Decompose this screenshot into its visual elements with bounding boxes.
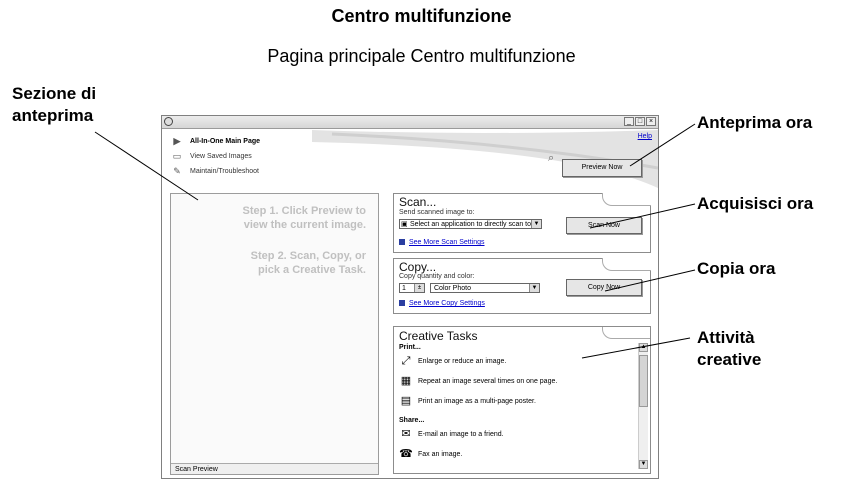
play-arrow-icon: ▶ <box>173 136 181 147</box>
scan-subtitle: Send scanned image to: <box>399 209 475 216</box>
chevron-down-icon: ▼ <box>531 220 541 228</box>
callout-preview-now: Anteprima ora <box>697 113 813 132</box>
settings-link-icon <box>399 300 405 307</box>
copy-now-button[interactable]: Copy Now <box>566 279 642 296</box>
see-more-copy-settings-link[interactable]: See More Copy Settings <box>399 300 485 307</box>
scan-title: Scan... <box>399 195 437 209</box>
callout-preview-section: Sezione di anteprima <box>12 84 97 125</box>
nav-maintain-troubleshoot[interactable]: ✎ Maintain/Troubleshoot <box>170 165 259 179</box>
close-button[interactable]: × <box>646 117 656 126</box>
settings-link-icon <box>399 239 405 246</box>
callout-creative-tasks: Attività creative <box>697 328 762 369</box>
share-heading: Share... <box>399 417 425 424</box>
app-icon <box>164 117 173 126</box>
repeat-image-icon: ▦ <box>400 375 412 388</box>
maximize-button[interactable]: □ <box>635 117 645 126</box>
nav-main-page[interactable]: ▶ All-In-One Main Page <box>170 135 260 149</box>
scroll-up-arrow-icon[interactable]: ▲ <box>639 343 648 352</box>
scan-now-button[interactable]: Scan Now <box>566 217 642 234</box>
card-tab-decoration <box>602 327 650 339</box>
spin-arrows-icon: ± <box>414 284 424 292</box>
document-subtitle: Pagina principale Centro multifunzione <box>267 46 576 66</box>
task-fax-image[interactable]: ☎ Fax an image. <box>398 447 462 463</box>
scroll-thumb[interactable] <box>639 355 648 407</box>
scan-section: Scan... Send scanned image to: Select an… <box>393 193 651 253</box>
task-poster[interactable]: ▤ Print an image as a multi-page poster. <box>398 394 536 410</box>
creative-tasks-section: Creative Tasks Print... ⤢ Enlarge or redu… <box>393 326 651 474</box>
task-email-image[interactable]: ✉ E-mail an image to a friend. <box>398 427 503 443</box>
nav-view-saved-images[interactable]: ▭ View Saved Images <box>170 150 252 164</box>
minimize-button[interactable]: _ <box>624 117 634 126</box>
creative-tasks-title: Creative Tasks <box>399 329 478 343</box>
step2-instruction: Step 2. Scan, Copy, or pick a Creative T… <box>250 250 366 276</box>
email-icon: ✉ <box>401 428 411 441</box>
step1-instruction: Step 1. Click Preview to view the curren… <box>242 205 367 231</box>
card-tab-decoration <box>602 258 651 271</box>
see-more-scan-settings-link[interactable]: See More Scan Settings <box>399 239 485 246</box>
callout-scan-now: Acquisisci ora <box>697 194 814 213</box>
task-enlarge-reduce[interactable]: ⤢ Enlarge or reduce an image. <box>398 354 507 370</box>
header-swoosh-decoration <box>312 130 658 188</box>
scan-preview-pane: Step 1. Click Preview to view the curren… <box>170 193 379 475</box>
task-repeat-image[interactable]: ▦ Repeat an image several times on one pa… <box>398 374 558 390</box>
card-tab-decoration <box>602 193 651 206</box>
preview-now-button[interactable]: Preview Now <box>562 159 642 177</box>
scroll-down-arrow-icon[interactable]: ▼ <box>639 460 648 469</box>
scan-preview-label: Scan Preview <box>171 463 378 474</box>
copy-quantity-stepper[interactable]: 1 ± <box>399 283 425 293</box>
chevron-down-icon: ▼ <box>529 284 539 292</box>
print-heading: Print... <box>399 344 421 351</box>
fax-phone-icon: ☎ <box>399 448 413 461</box>
resize-image-icon: ⤢ <box>401 355 411 368</box>
all-in-one-window: _ □ × ▶ All-In-One Main Page ▭ View Saved … <box>161 115 659 479</box>
scanner-icon: ▣ <box>401 221 408 228</box>
poster-icon: ▤ <box>400 395 412 408</box>
creative-tasks-scrollbar[interactable]: ▲ ▼ <box>638 343 648 469</box>
scan-destination-select[interactable]: Select an application to directly scan t… <box>399 219 542 229</box>
copy-color-select[interactable]: Color Photo ▼ <box>430 283 540 293</box>
help-link[interactable]: Help <box>638 133 652 140</box>
wrench-icon: ✎ <box>173 166 181 177</box>
callout-copy-now: Copia ora <box>697 259 776 278</box>
folder-icon: ▭ <box>172 151 182 162</box>
preview-camera-icon: ⌕ <box>548 152 555 164</box>
document-title: Centro multifunzione <box>331 6 512 26</box>
copy-section: Copy... Copy quantity and color: 1 ± Col… <box>393 258 651 314</box>
copy-subtitle: Copy quantity and color: <box>399 273 475 280</box>
